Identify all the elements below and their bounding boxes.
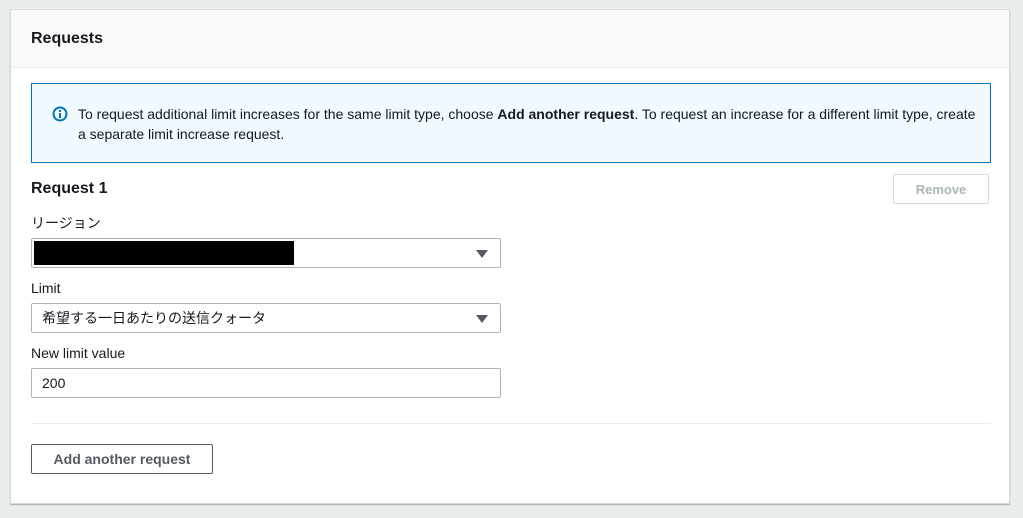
limit-value: 希望する一日あたりの送信クォータ bbox=[42, 310, 266, 326]
remove-button[interactable]: Remove bbox=[893, 174, 989, 204]
redacted-region-value bbox=[34, 241, 294, 265]
new-limit-label: New limit value bbox=[31, 345, 126, 361]
info-icon bbox=[52, 106, 68, 122]
info-text-bold: Add another request bbox=[497, 106, 635, 122]
caret-down-icon bbox=[476, 250, 488, 258]
new-limit-field: New limit value 200 bbox=[31, 344, 989, 398]
requests-panel: Requests To request additional limit inc… bbox=[10, 9, 1010, 504]
info-alert: To request additional limit increases fo… bbox=[31, 83, 991, 163]
panel-title: Requests bbox=[31, 30, 104, 47]
limit-select[interactable]: 希望する一日あたりの送信クォータ bbox=[31, 303, 501, 333]
add-another-request-button[interactable]: Add another request bbox=[31, 444, 213, 474]
limit-field: Limit 希望する一日あたりの送信クォータ bbox=[31, 279, 989, 333]
new-limit-input[interactable]: 200 bbox=[31, 368, 501, 398]
limit-label: Limit bbox=[31, 280, 61, 296]
divider bbox=[31, 423, 991, 424]
info-text: To request additional limit increases fo… bbox=[78, 104, 978, 144]
caret-down-icon bbox=[476, 315, 488, 323]
region-field: リージョン bbox=[31, 214, 989, 268]
region-label: リージョン bbox=[31, 215, 101, 231]
region-select[interactable] bbox=[31, 238, 501, 268]
panel-body: To request additional limit increases fo… bbox=[11, 68, 1009, 474]
panel-header: Requests bbox=[11, 10, 1009, 68]
request-title: Request 1 bbox=[31, 180, 108, 197]
info-text-before: To request additional limit increases fo… bbox=[78, 106, 498, 122]
request-header: Request 1 Remove bbox=[31, 174, 989, 214]
